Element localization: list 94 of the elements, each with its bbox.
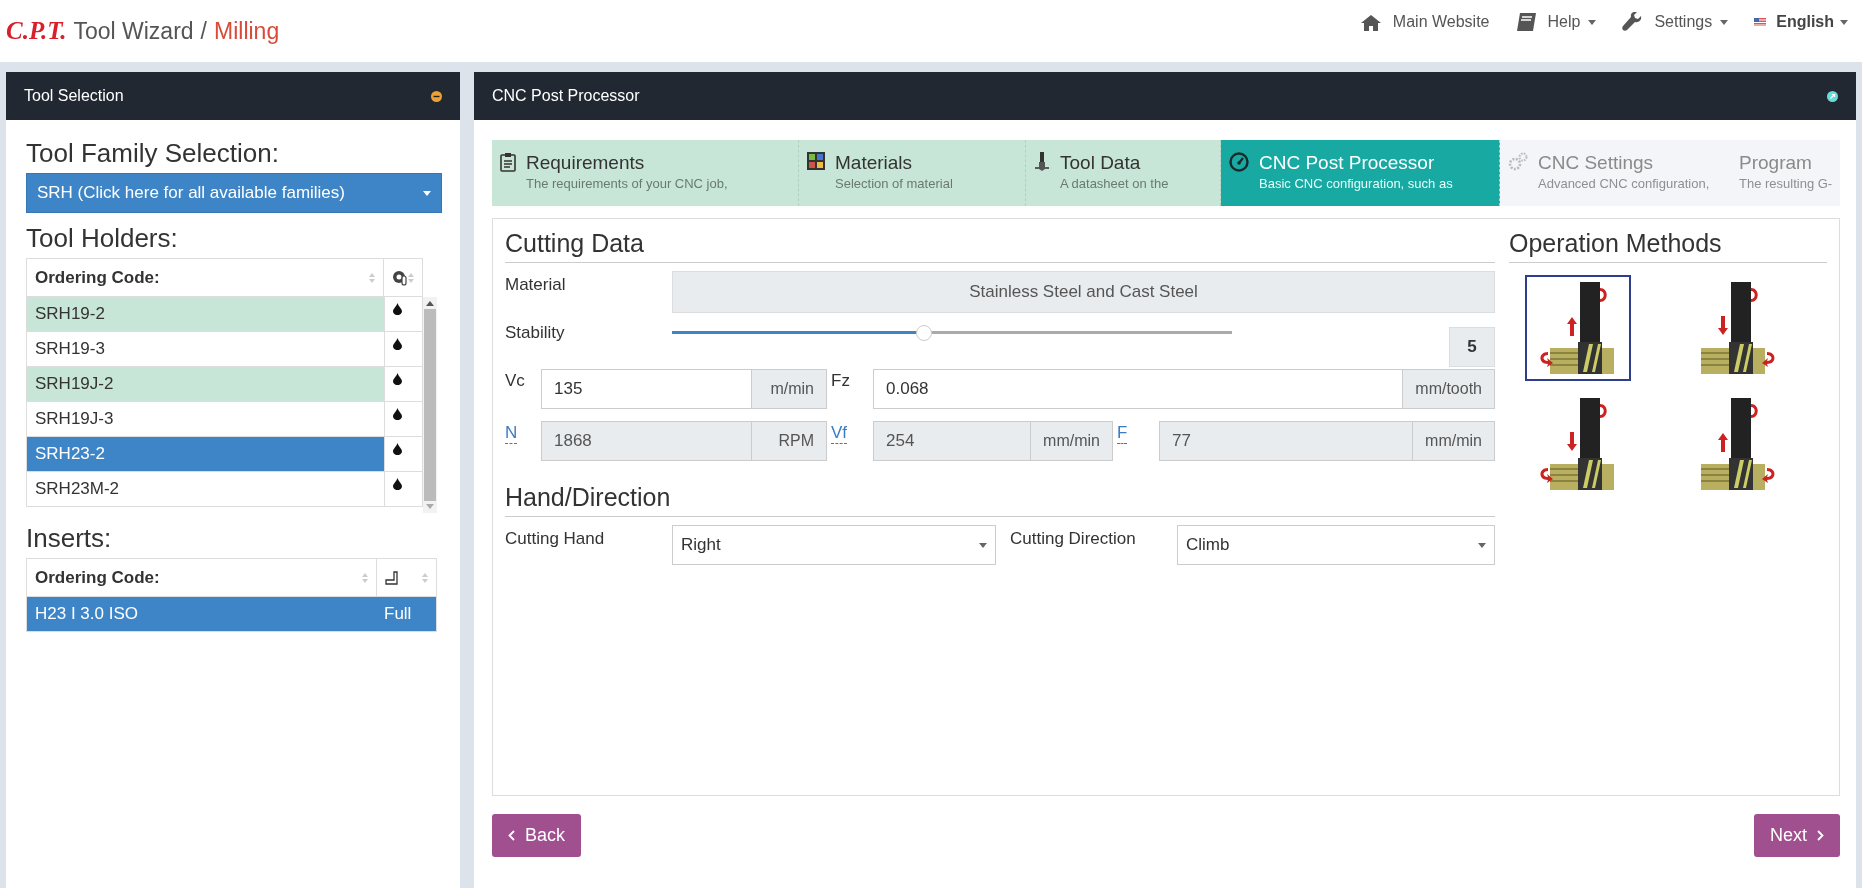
table-cell: SRH19J-3 (35, 409, 114, 429)
dropdown[interactable]: Right (672, 525, 996, 565)
wizard-step[interactable]: Tool Data A datasheet on the (1026, 140, 1221, 206)
book-icon (1515, 13, 1536, 31)
wizard-step[interactable]: Materials Selection of material (799, 140, 1026, 206)
stability-value: 5 (1449, 327, 1495, 367)
sort-icon (422, 571, 428, 584)
caret-icon (423, 190, 431, 196)
caret-icon (1720, 19, 1729, 25)
panel-title: CNC Post Processor (492, 87, 640, 105)
section-heading: Inserts: (26, 523, 113, 554)
unit-label: mm/min (1413, 421, 1495, 461)
caret-icon (1588, 19, 1597, 25)
clipboard-icon (500, 152, 516, 172)
caret-icon (979, 542, 987, 548)
column-header[interactable]: Ordering Code: (27, 259, 383, 296)
unit-label: mm/tooth (1403, 369, 1495, 409)
collapse-icon[interactable] (431, 90, 442, 102)
table-cell: SRH19J-2 (35, 374, 114, 394)
title-separator: / (200, 18, 207, 45)
number-field[interactable]: 1868 (541, 421, 752, 461)
drop-icon (393, 408, 402, 420)
number-field[interactable]: 0.068 (873, 369, 1404, 409)
coolant-icon (392, 269, 408, 286)
number-field[interactable]: 77 (1159, 421, 1414, 461)
unit-label: RPM (752, 421, 827, 461)
section-heading: Hand/Direction (505, 483, 1495, 517)
logo[interactable]: C.P.T. (6, 17, 67, 45)
holder-row[interactable]: SRH23M-2 (27, 471, 422, 506)
gears-icon (1508, 152, 1528, 172)
profile-icon (385, 570, 399, 585)
wizard-step[interactable]: Requirements The requirements of your CNC job, (492, 140, 799, 206)
home-icon (1360, 13, 1381, 31)
number-field[interactable]: 254 (873, 421, 1032, 461)
section-heading: Tool Holders: (26, 223, 179, 254)
expand-icon[interactable] (1827, 90, 1838, 102)
scrollbar[interactable] (423, 297, 437, 513)
app-title: Tool Wizard (73, 18, 194, 45)
wrench-icon (1622, 12, 1643, 32)
drop-icon (393, 303, 402, 315)
grid-icon (807, 152, 825, 170)
sort-icon (408, 271, 414, 284)
field-label: Fz (831, 370, 850, 391)
holder-row[interactable]: SRH19J-2 (27, 366, 422, 401)
back-button[interactable]: Back (492, 814, 582, 857)
dropdown[interactable]: Climb (1177, 525, 1495, 565)
field-label: Cutting Direction (1010, 528, 1137, 549)
chevron-left-icon (508, 830, 515, 841)
table-cell: SRH23M-2 (35, 479, 120, 499)
field-label: Cutting Hand (505, 528, 606, 549)
drop-icon (393, 443, 402, 455)
section-heading: Tool Family Selection: (26, 138, 280, 169)
caret-icon (1478, 542, 1486, 548)
section-title: Milling (214, 18, 280, 45)
table-cell: SRH19-2 (35, 304, 105, 324)
nav-link[interactable]: English (1754, 13, 1848, 31)
holder-row[interactable]: SRH23-2 (27, 436, 422, 471)
field-label: Material (505, 274, 567, 295)
unit-label: mm/min (1031, 421, 1113, 461)
scroll-up-icon[interactable] (426, 301, 434, 306)
nav-link[interactable]: Settings (1622, 12, 1729, 32)
table-cell: SRH19-3 (35, 339, 105, 359)
number-field[interactable]: 135 (541, 369, 752, 409)
insert-row[interactable]: H23 I 3.0 ISO Full (27, 596, 436, 631)
end-mill-icon (1034, 152, 1050, 172)
field-label: Vc (505, 370, 525, 391)
column-header[interactable]: Ordering Code: (27, 559, 376, 596)
unit-label: m/min (752, 369, 827, 409)
next-button[interactable]: Next (1754, 814, 1840, 857)
nav-link[interactable]: Help (1515, 13, 1597, 31)
material-field: Stainless Steel and Cast Steel (672, 271, 1495, 313)
flag-icon (1754, 18, 1767, 26)
sort-icon (362, 571, 368, 584)
family-select[interactable]: SRH (Click here for all available families) (26, 173, 442, 213)
table-cell: SRH23-2 (35, 444, 105, 464)
table-cell: H23 I 3.0 ISO (35, 604, 138, 624)
gauge-icon (1229, 152, 1249, 172)
chevron-right-icon (1817, 830, 1824, 841)
field-label: Stability (505, 322, 566, 343)
nav-link[interactable]: Main Website (1360, 13, 1490, 31)
formula-link[interactable]: N (505, 421, 518, 445)
stability-slider[interactable] (672, 325, 1232, 341)
holder-row[interactable]: SRH19-2 (27, 296, 422, 331)
formula-link[interactable]: F (1117, 421, 1128, 445)
section-heading: Cutting Data (505, 229, 1495, 263)
table-cell: Full (384, 604, 412, 624)
panel-title: Tool Selection (24, 87, 124, 105)
drop-icon (393, 373, 402, 385)
drop-icon (393, 338, 402, 350)
drop-icon (393, 478, 402, 490)
section-heading: Operation Methods (1509, 229, 1827, 263)
caret-icon (1840, 19, 1848, 25)
formula-link[interactable]: Vf (831, 421, 848, 445)
sort-icon (369, 271, 375, 284)
